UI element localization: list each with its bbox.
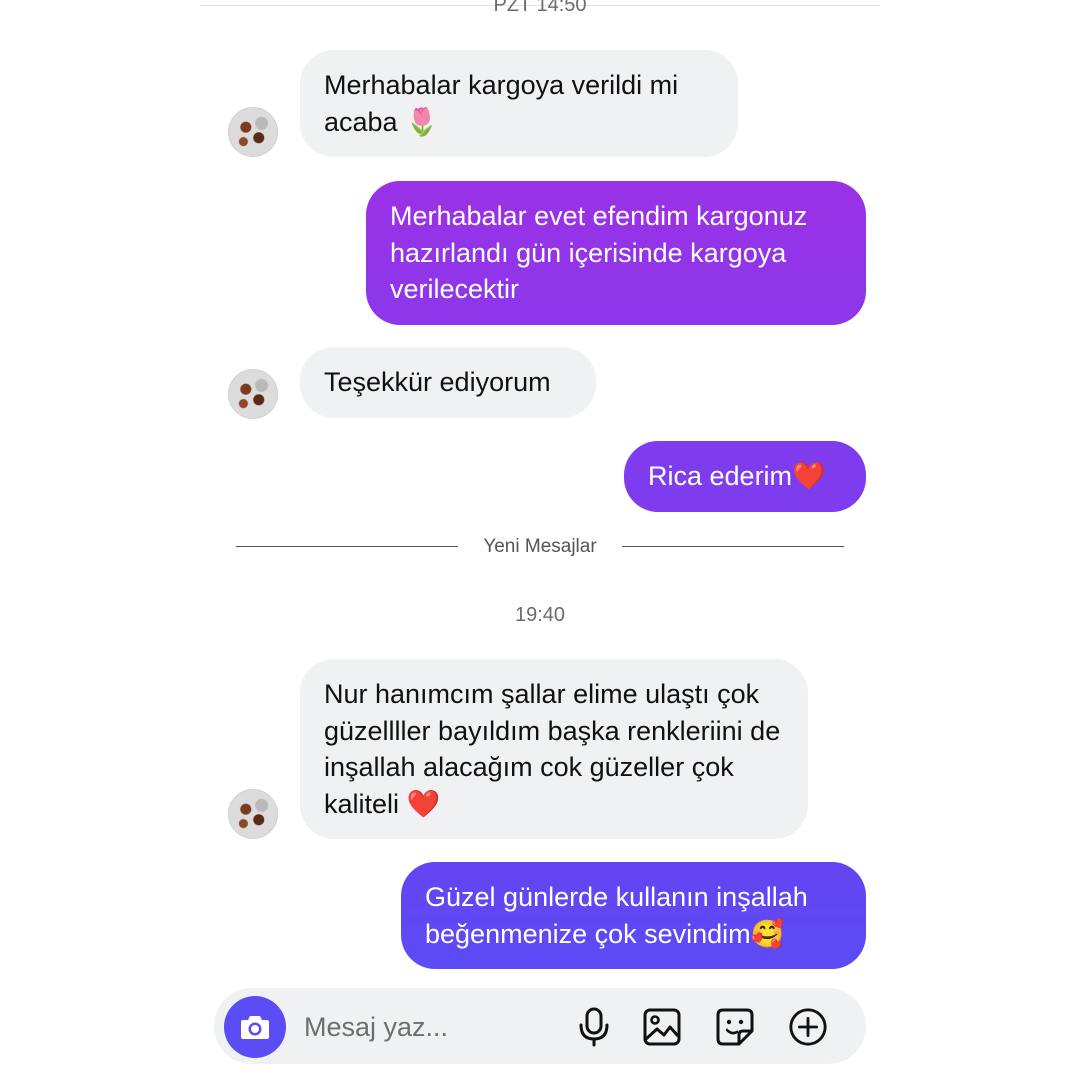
new-messages-divider-label: Yeni Mesajlar xyxy=(483,536,597,557)
message-text: Teşekkür ediyorum xyxy=(324,367,551,397)
plus-icon xyxy=(789,1008,827,1046)
message-text: Rica ederim❤️ xyxy=(648,461,826,491)
plus-button[interactable] xyxy=(788,1007,828,1047)
message-incoming[interactable]: Nur hanımcım şallar elime ulaştı çok güz… xyxy=(300,659,808,839)
message-outgoing[interactable]: Rica ederim❤️ xyxy=(624,441,866,512)
sticker-button[interactable] xyxy=(715,1007,755,1047)
message-outgoing[interactable]: Güzel günlerde kullanın inşallah beğenme… xyxy=(401,862,866,969)
camera-icon xyxy=(241,1016,269,1039)
message-text: Merhabalar kargoya verildi mi acaba 🌷 xyxy=(324,70,679,137)
message-incoming[interactable]: Merhabalar kargoya verildi mi acaba 🌷 xyxy=(300,50,738,157)
avatar[interactable] xyxy=(228,789,278,839)
message-input[interactable] xyxy=(302,1008,566,1046)
message-outgoing[interactable]: Merhabalar evet efendim kargonuz hazırla… xyxy=(366,181,866,325)
message-text: Nur hanımcım şallar elime ulaştı çok güz… xyxy=(324,679,781,819)
timestamp-top: PZT 14:50 xyxy=(493,0,587,16)
camera-button[interactable] xyxy=(224,996,286,1058)
gallery-icon xyxy=(643,1008,681,1046)
avatar[interactable] xyxy=(228,107,278,157)
message-text: Merhabalar evet efendim kargonuz hazırla… xyxy=(390,201,808,304)
microphone-icon xyxy=(579,1007,609,1047)
message-incoming[interactable]: Teşekkür ediyorum xyxy=(300,347,596,418)
message-composer xyxy=(214,988,866,1064)
avatar[interactable] xyxy=(228,369,278,419)
divider-line-right xyxy=(622,546,844,547)
gallery-button[interactable] xyxy=(642,1007,682,1047)
microphone-button[interactable] xyxy=(574,1007,614,1047)
sticker-icon xyxy=(716,1008,754,1046)
message-text: Güzel günlerde kullanın inşallah beğenme… xyxy=(425,882,808,949)
timestamp-mid: 19:40 xyxy=(514,604,566,626)
